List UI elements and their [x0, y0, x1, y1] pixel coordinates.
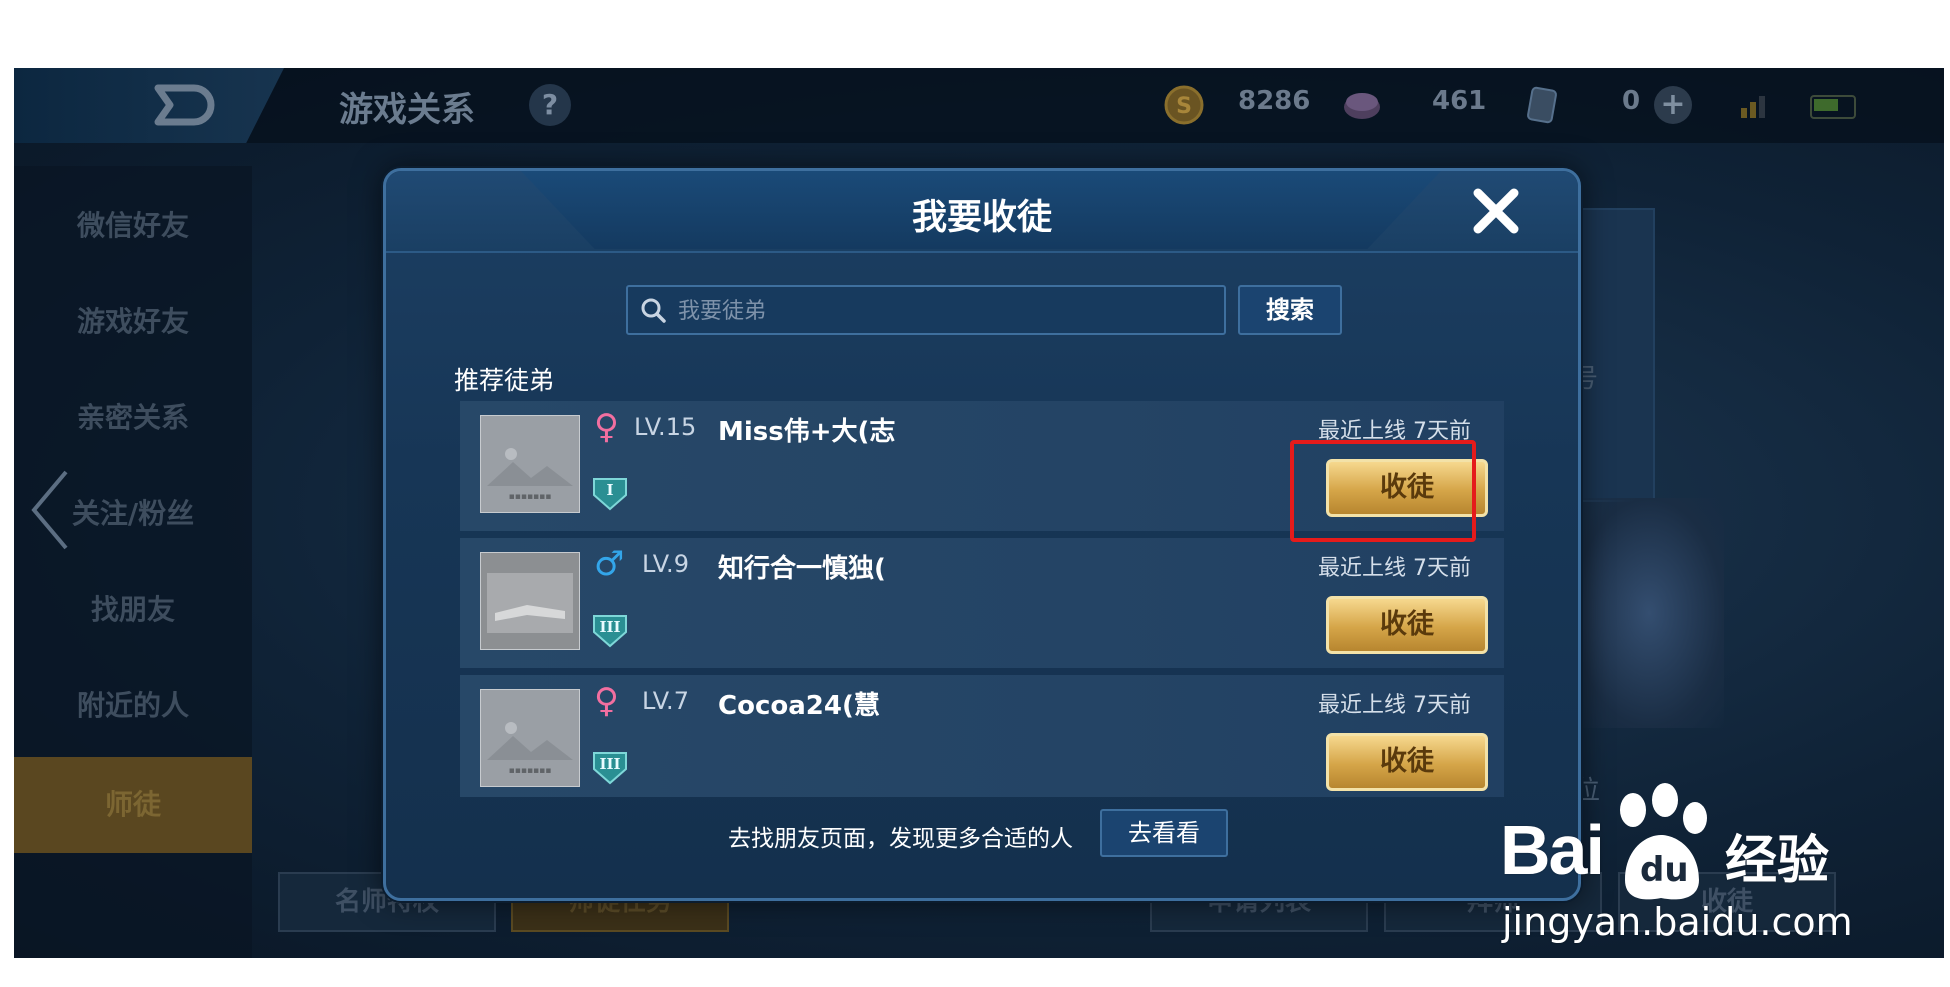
- search-input[interactable]: [676, 293, 1210, 329]
- baidu-paw-logo-icon: [1620, 783, 1707, 900]
- diamond-amount: 461: [1432, 86, 1487, 116]
- help-button[interactable]: ?: [529, 84, 571, 126]
- sidebar-item-find-friends[interactable]: 找朋友: [14, 565, 252, 655]
- player-name: 知行合一慎独(: [718, 554, 886, 584]
- top-bar: 游戏关系 ? S 8286 461 0 +: [14, 68, 1944, 143]
- female-gender-icon: ♀: [594, 407, 619, 447]
- background-hero-image: [1574, 498, 1724, 728]
- close-icon[interactable]: [1468, 183, 1524, 239]
- sidebar-item-game-friends[interactable]: 游戏好友: [14, 277, 252, 367]
- image-placeholder-icon: [487, 722, 573, 760]
- battery-icon: [1810, 95, 1856, 119]
- avatar-caption: ▪▪▪▪▪▪▪: [508, 492, 552, 502]
- watermark-bai: Bai: [1500, 811, 1605, 889]
- background-panel: [1569, 208, 1655, 502]
- avatar: [480, 552, 580, 650]
- gold-amount: 8286: [1238, 86, 1311, 116]
- player-level: LV.7: [642, 687, 689, 715]
- last-online-text: 最近上线 7天前: [1318, 556, 1471, 581]
- watermark-jingyan: 经验: [1725, 831, 1830, 891]
- sidebar-item-nearby[interactable]: 附近的人: [14, 661, 252, 751]
- find-friends-hint: 去找朋友页面，发现更多合适的人: [728, 826, 1073, 852]
- recommended-apprentices-label: 推荐徒弟: [454, 366, 555, 395]
- dialog-title: 我要收徒: [911, 198, 1052, 238]
- recruit-button[interactable]: 收徒: [1326, 733, 1488, 791]
- search-icon: [641, 298, 666, 323]
- avatar: ▪▪▪▪▪▪▪: [480, 415, 580, 513]
- sidebar-item-mentor[interactable]: 师徒: [14, 757, 252, 853]
- rank-badge-icon: III: [592, 614, 628, 648]
- rank-badge-icon: III: [592, 751, 628, 785]
- player-level: LV.9: [642, 550, 689, 578]
- recharge-plus-button[interactable]: +: [1654, 86, 1692, 124]
- player-level: LV.15: [634, 413, 697, 441]
- sidebar: 微信好友 游戏好友 亲密关系 关注/粉丝 找朋友 附近的人 师徒: [14, 166, 252, 958]
- last-online-text: 最近上线 7天前: [1318, 693, 1471, 718]
- svg-text:S: S: [1176, 94, 1192, 119]
- voucher-amount: 0: [1622, 86, 1641, 116]
- avatar: ▪▪▪▪▪▪▪: [480, 689, 580, 787]
- search-button[interactable]: 搜索: [1238, 285, 1342, 335]
- search-field[interactable]: [626, 285, 1226, 335]
- back-button[interactable]: [14, 68, 284, 143]
- list-item: ♂ LV.9 知行合一慎独( III 最近上线 7天前 收徒: [460, 538, 1504, 668]
- sidebar-item-wechat-friends[interactable]: 微信好友: [14, 181, 252, 271]
- rank-badge-icon: I: [592, 477, 628, 511]
- recruit-button[interactable]: 收徒: [1326, 596, 1488, 654]
- image-placeholder-icon: [487, 448, 573, 486]
- watermark-url: jingyan.baidu.com: [1502, 900, 1853, 944]
- chevron-left-icon[interactable]: [28, 468, 72, 552]
- annotation-highlight-box: [1290, 440, 1476, 542]
- watermark-du: du: [1640, 850, 1689, 890]
- avatar-caption: ▪▪▪▪▪▪▪: [508, 766, 552, 776]
- sidebar-item-close-relations[interactable]: 亲密关系: [14, 373, 252, 463]
- page-title: 游戏关系: [339, 90, 475, 130]
- list-item: ▪▪▪▪▪▪▪ ♀ LV.7 Cocoa24(慧 III 最近上线 7天前 收徒: [460, 675, 1504, 797]
- book-photo-icon: [487, 573, 573, 633]
- diamond-icon: [1344, 93, 1380, 119]
- signal-icon: [1741, 96, 1765, 118]
- go-look-button[interactable]: 去看看: [1100, 809, 1228, 857]
- player-name: Miss伟+大(志: [718, 417, 896, 447]
- female-gender-icon: ♀: [594, 681, 619, 721]
- player-name: Cocoa24(慧: [718, 691, 880, 721]
- back-arrow-icon: [154, 84, 215, 126]
- male-gender-icon: ♂: [594, 544, 625, 584]
- voucher-icon: [1527, 86, 1557, 124]
- gold-coin-icon: S: [1164, 85, 1204, 125]
